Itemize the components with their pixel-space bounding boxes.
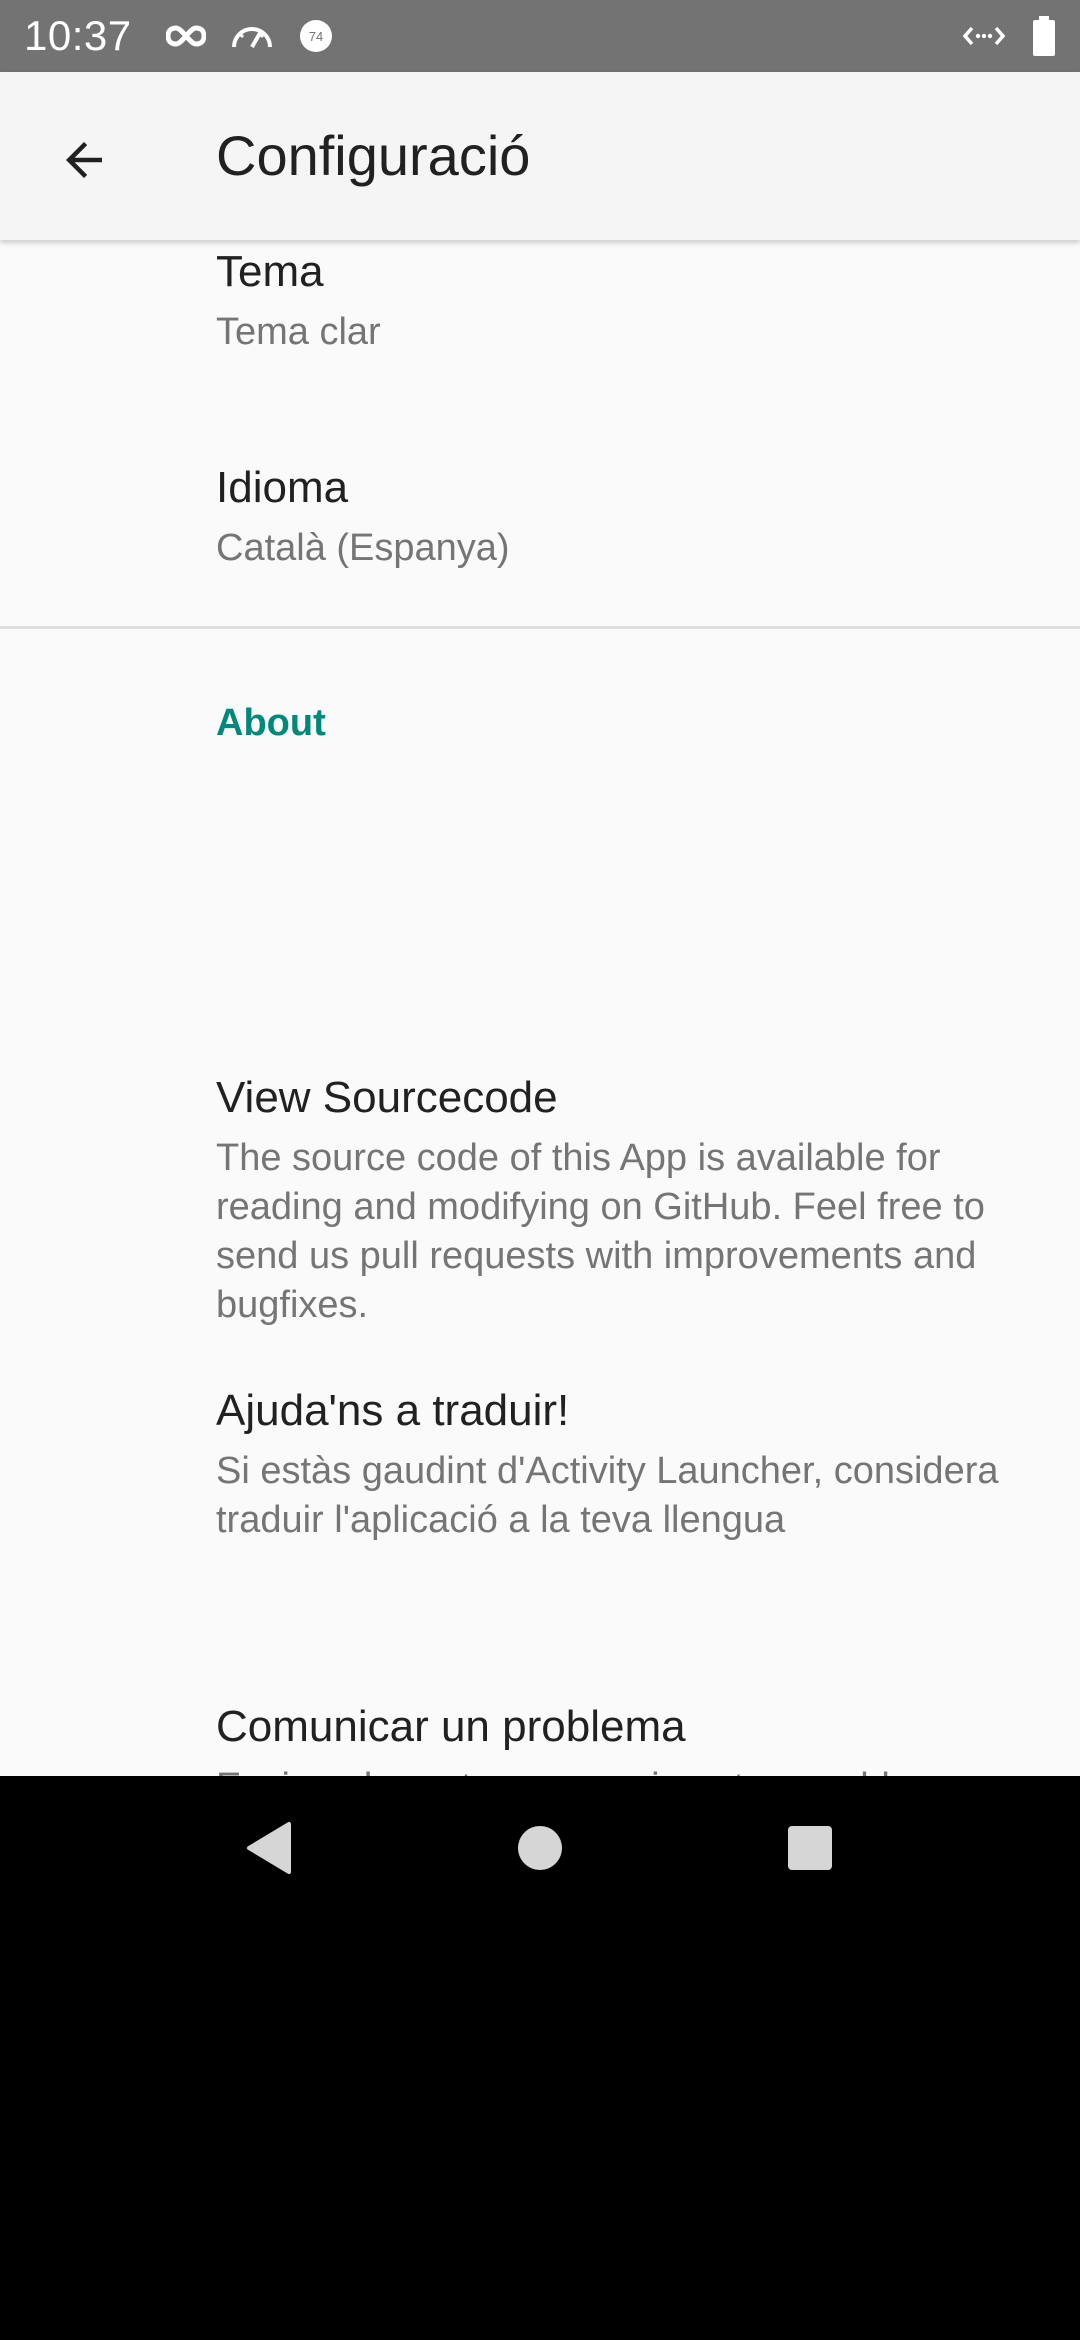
speedometer-icon <box>230 21 274 51</box>
home-circle-icon <box>518 1826 562 1870</box>
battery-icon <box>1032 16 1056 56</box>
app-bar: Configuració <box>0 72 1080 240</box>
pref-theme-title: Tema <box>216 247 324 296</box>
status-icons-left: 74 <box>165 18 334 54</box>
pref-help-translate[interactable]: Ajuda'ns a traduir! Si estàs gaudint d'A… <box>0 1385 1080 1665</box>
pref-language[interactable]: Idioma Català (Espanya) <box>0 420 1080 620</box>
nav-back-button[interactable] <box>218 1798 318 1898</box>
recents-square-icon <box>788 1826 832 1870</box>
back-triangle-icon <box>247 1822 291 1874</box>
navigation-bar <box>0 1776 1080 1920</box>
divider <box>0 626 1080 629</box>
status-time: 10:37 <box>24 12 132 59</box>
pref-report-problem[interactable]: Comunicar un problema Envieu els vostres… <box>0 1701 1080 1776</box>
back-button[interactable] <box>36 112 132 208</box>
settings-list: Tema Tema clar Idioma Català (Espanya) A… <box>0 240 1080 1776</box>
pref-language-title: Idioma <box>216 463 349 512</box>
pref-report-problem-title: Comunicar un problema <box>216 1702 686 1751</box>
nav-recents-button[interactable] <box>760 1798 860 1898</box>
pref-theme-summary: Tema clar <box>216 311 381 353</box>
nav-home-button[interactable] <box>490 1798 590 1898</box>
pref-language-summary: Català (Espanya) <box>216 527 510 569</box>
screen: 10:37 74 Configuració Tema Tema clar Idi… <box>0 0 1080 2340</box>
pref-view-sourcecode[interactable]: View Sourcecode The source code of this … <box>0 800 1080 1326</box>
page-title: Configuració <box>216 124 531 187</box>
category-about: About <box>216 702 326 744</box>
pref-help-translate-summary: Si estàs gaudint d'Activity Launcher, co… <box>216 1450 999 1541</box>
infinity-icon <box>165 24 206 48</box>
code-arrows-icon <box>962 22 1006 50</box>
pref-view-sourcecode-title: View Sourcecode <box>216 1073 558 1122</box>
pref-report-problem-summary: Envieu els vostres suggeriments o proble… <box>216 1763 1046 1776</box>
pref-help-translate-title: Ajuda'ns a traduir! <box>216 1386 570 1435</box>
pref-view-sourcecode-summary: The source code of this App is available… <box>216 1137 985 1326</box>
status-bar: 10:37 74 <box>0 0 1080 72</box>
pref-theme[interactable]: Tema Tema clar <box>0 240 1080 390</box>
badge-number: 74 <box>308 29 322 44</box>
arrow-back-icon <box>66 142 102 178</box>
status-icons-right <box>962 16 1056 56</box>
notification-badge-icon: 74 <box>298 18 334 54</box>
